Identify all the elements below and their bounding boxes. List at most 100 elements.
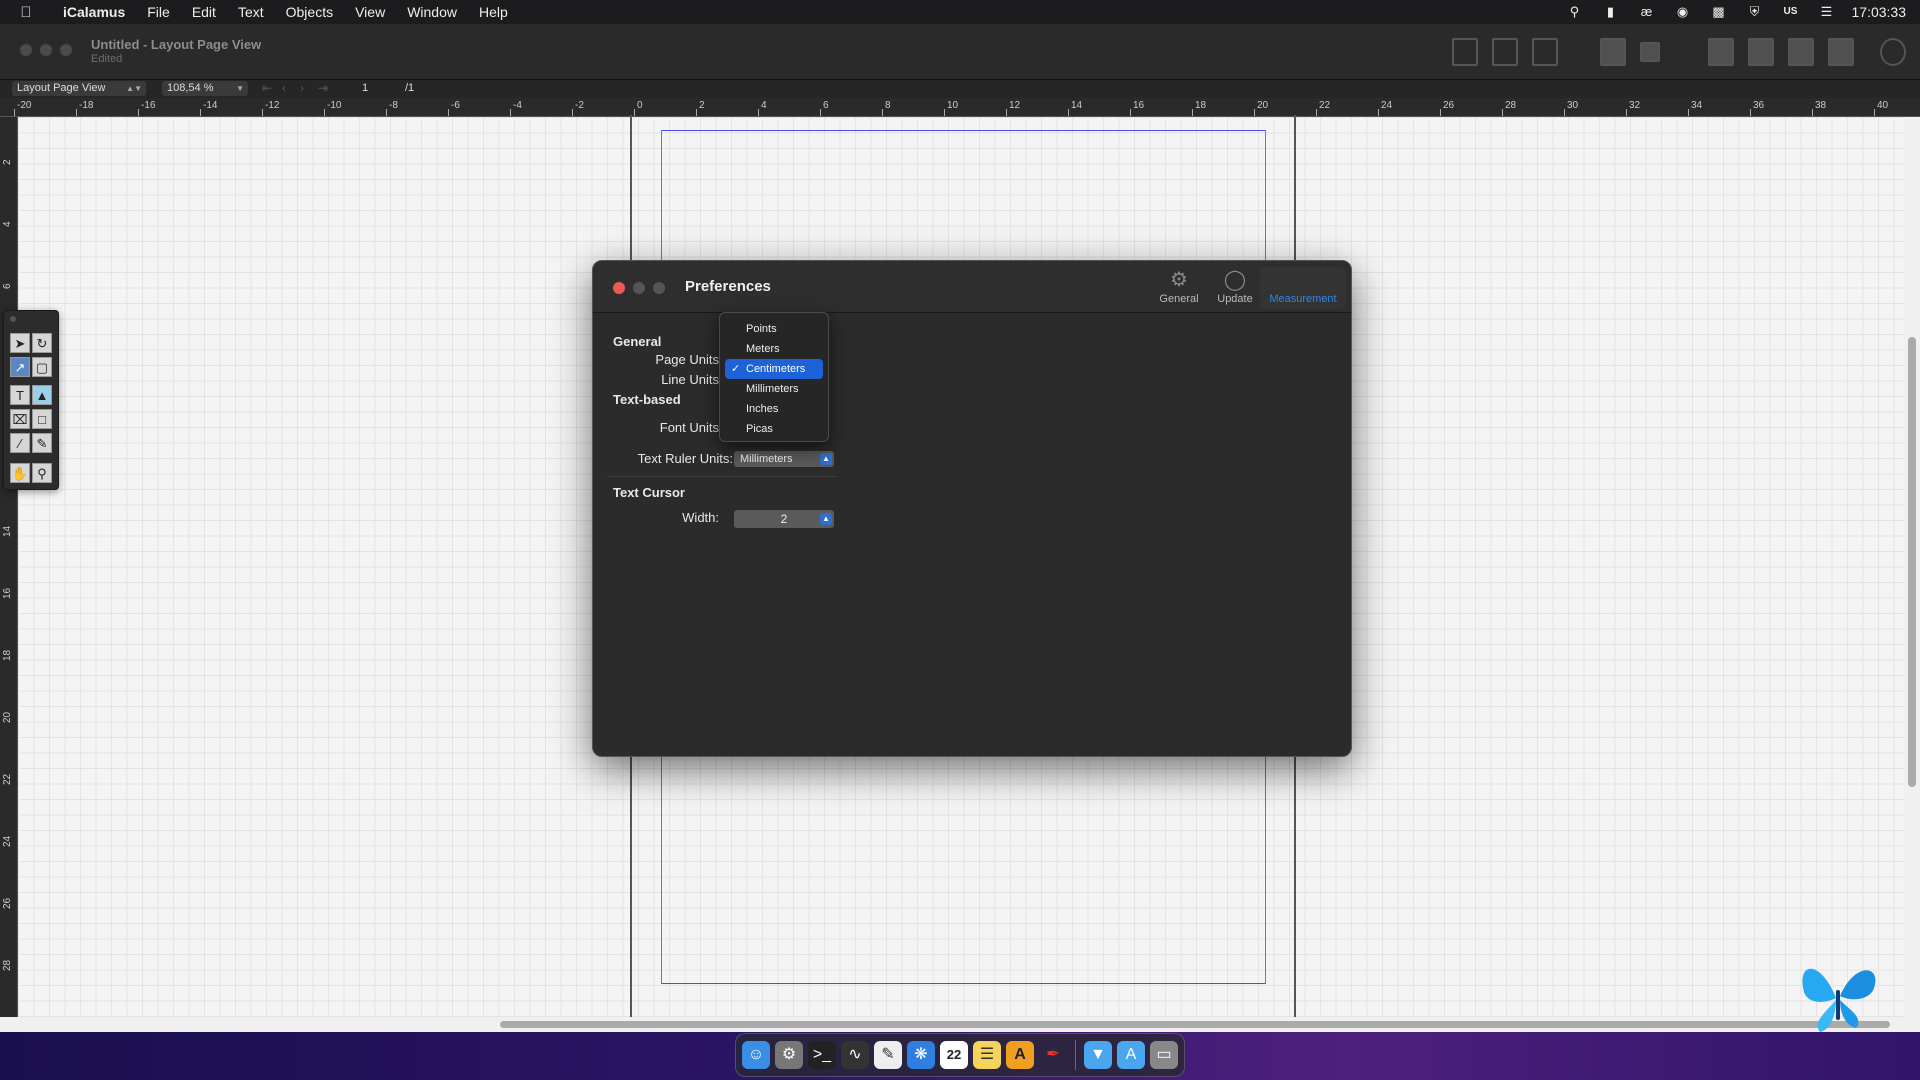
text-tool-icon[interactable]: T xyxy=(10,385,30,405)
toggle-icon[interactable]: ▮ xyxy=(1600,5,1622,19)
apple-menu-icon[interactable]:  xyxy=(0,4,52,21)
image-tool-icon[interactable]: ▲ xyxy=(32,385,52,405)
menu-text[interactable]: Text xyxy=(227,0,275,24)
pen-tool-icon[interactable]: ✎ xyxy=(32,433,52,453)
ae-icon[interactable]: æ xyxy=(1636,5,1658,19)
textedit-icon[interactable]: ✎ xyxy=(874,1041,902,1069)
zoom-select[interactable]: 108,54 % ▼ xyxy=(162,81,248,96)
arrow-tool-icon[interactable]: ➤ xyxy=(10,333,30,353)
horizontal-scroll-thumb[interactable] xyxy=(500,1021,1890,1028)
dropdown-option-millimeters[interactable]: Millimeters xyxy=(725,379,823,399)
launchpad-icon[interactable]: ⚙ xyxy=(775,1041,803,1069)
menu-window[interactable]: Window xyxy=(396,0,468,24)
ruler-tick-label: 14 xyxy=(1071,100,1083,111)
ruler-tick-label: -2 xyxy=(575,100,584,111)
grid-view-icon[interactable] xyxy=(1452,38,1478,66)
display-icon[interactable]: ▩ xyxy=(1708,5,1730,19)
menu-app-name[interactable]: iCalamus xyxy=(52,0,136,24)
font-units-label: Font Units xyxy=(659,420,719,435)
clock[interactable]: 17:03:33 xyxy=(1852,4,1907,20)
menu-file[interactable]: File xyxy=(136,0,181,24)
cat-icon[interactable]: ◉ xyxy=(1672,5,1694,19)
window-close-button[interactable] xyxy=(20,44,32,56)
cursor-width-stepper[interactable]: 2 ▲ xyxy=(734,510,834,528)
tab-update[interactable]: ◯ Update xyxy=(1207,267,1263,309)
view-mode-select[interactable]: Layout Page View ▲▼ xyxy=(12,81,146,96)
hand-tool-icon[interactable]: ✋ xyxy=(10,463,30,483)
ruler-tick xyxy=(510,109,511,116)
vertical-scroll-thumb[interactable] xyxy=(1908,337,1916,787)
applications-icon[interactable]: A xyxy=(1117,1041,1145,1069)
menu-view[interactable]: View xyxy=(344,0,396,24)
menu-objects[interactable]: Objects xyxy=(275,0,344,24)
control-center-icon[interactable]: ☰ xyxy=(1816,5,1838,19)
shield-icon[interactable]: ⛨ xyxy=(1744,5,1766,19)
crop-tool-icon[interactable]: ▢ xyxy=(32,357,52,377)
vertical-ruler[interactable]: 246810121416182022242628 xyxy=(0,117,18,1017)
prefs-zoom-button[interactable] xyxy=(653,282,665,294)
ruler-tick-label: 28 xyxy=(1505,100,1517,111)
downloads-icon[interactable]: ▼ xyxy=(1084,1041,1112,1069)
window-minimize-button[interactable] xyxy=(40,44,52,56)
page-number-input[interactable]: 1 xyxy=(362,82,368,94)
frame-icon[interactable] xyxy=(1600,38,1626,66)
line-tool-icon[interactable]: ∕ xyxy=(10,433,30,453)
bring-front-icon[interactable] xyxy=(1708,38,1734,66)
window-zoom-button[interactable] xyxy=(60,44,72,56)
vertical-scrollbar[interactable] xyxy=(1904,117,1920,1017)
menu-help[interactable]: Help xyxy=(468,0,519,24)
document-icon[interactable] xyxy=(1532,38,1558,66)
feather-icon[interactable]: ✒ xyxy=(1039,1041,1067,1069)
terminal-icon[interactable]: >_ xyxy=(808,1041,836,1069)
safari-icon[interactable]: ❋ xyxy=(907,1041,935,1069)
pin-icon[interactable]: ⚲ xyxy=(1564,5,1586,19)
ruler-tick-label: 0 xyxy=(637,100,643,111)
dropdown-option-picas[interactable]: Picas xyxy=(725,419,823,439)
ruler-tick xyxy=(262,109,263,116)
bring-forward-icon[interactable] xyxy=(1748,38,1774,66)
frame-tool-icon[interactable]: ⌧ xyxy=(10,409,30,429)
finder-icon[interactable]: ☺ xyxy=(742,1041,770,1069)
dropdown-option-inches[interactable]: Inches xyxy=(725,399,823,419)
butterfly-icon xyxy=(1802,968,1876,1032)
rotate-tool-icon[interactable]: ↻ xyxy=(32,333,52,353)
ruler-tick xyxy=(324,109,325,116)
trash-icon[interactable]: ▭ xyxy=(1150,1041,1178,1069)
rectangle-tool-icon[interactable]: □ xyxy=(32,409,52,429)
dock: ☺ ⚙ >_ ∿ ✎ ❋ 22 ☰ A ✒ ▼ A ▭ xyxy=(735,1033,1185,1077)
first-page-icon[interactable]: ⇤ xyxy=(262,81,272,95)
input-source-icon[interactable]: US xyxy=(1780,5,1802,19)
palette-close-button[interactable] xyxy=(10,316,16,322)
send-back-icon[interactable] xyxy=(1828,38,1854,66)
tab-measurement[interactable]: Measurement xyxy=(1260,267,1346,309)
prefs-minimize-button[interactable] xyxy=(633,282,645,294)
dropdown-option-points[interactable]: Points xyxy=(725,319,823,339)
globe-icon: ◯ xyxy=(1223,269,1247,291)
info-icon[interactable] xyxy=(1880,38,1906,66)
arrange-icon[interactable] xyxy=(1640,42,1660,62)
next-page-icon[interactable]: › xyxy=(300,81,304,95)
ruler-tick xyxy=(1874,109,1875,116)
prefs-close-button[interactable] xyxy=(613,282,625,294)
text-ruler-units-popup[interactable]: Millimeters ▲ xyxy=(734,451,834,467)
tab-general[interactable]: ⚙ General xyxy=(1151,267,1207,309)
activity-monitor-icon[interactable]: ∿ xyxy=(841,1041,869,1069)
zoom-label: 108,54 % xyxy=(167,82,214,94)
node-tool-icon[interactable]: ↗ xyxy=(10,357,30,377)
dropdown-option-centimeters[interactable]: ✓ Centimeters xyxy=(725,359,823,379)
prev-page-icon[interactable]: ‹ xyxy=(282,81,286,95)
send-backward-icon[interactable] xyxy=(1788,38,1814,66)
ruler-tick-label: -20 xyxy=(17,100,32,111)
tab-update-label: Update xyxy=(1217,293,1253,305)
last-page-icon[interactable]: ⇥ xyxy=(318,81,328,95)
horizontal-scrollbar[interactable] xyxy=(0,1017,1920,1032)
page-layout-icon[interactable] xyxy=(1492,38,1518,66)
zoom-tool-icon[interactable]: ⚲ xyxy=(32,463,52,483)
notes-icon[interactable]: ☰ xyxy=(973,1041,1001,1069)
icalamus-icon[interactable]: A xyxy=(1006,1041,1034,1069)
dropdown-option-meters[interactable]: Meters xyxy=(725,339,823,359)
ruler-tick-label: 26 xyxy=(2,897,13,909)
calendar-icon[interactable]: 22 xyxy=(940,1041,968,1069)
stepper-arrows-icon[interactable]: ▲ xyxy=(820,513,832,525)
menu-edit[interactable]: Edit xyxy=(181,0,227,24)
